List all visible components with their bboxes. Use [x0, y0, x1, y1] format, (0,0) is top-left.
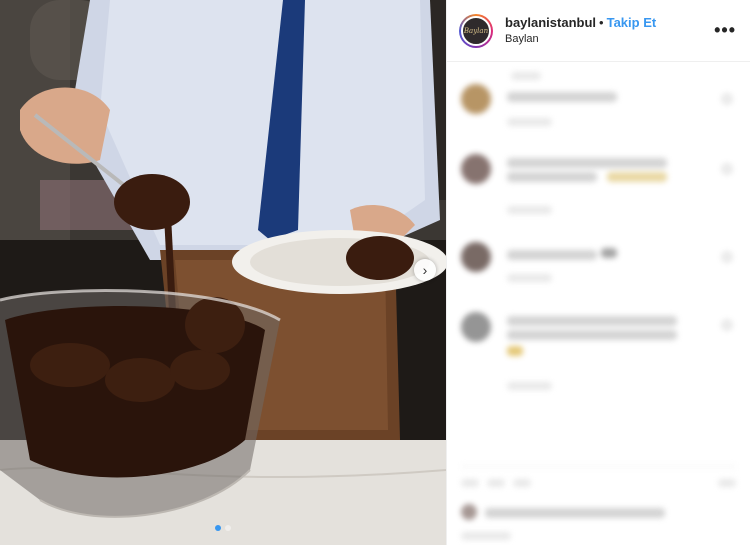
separator-dot: • [599, 14, 604, 30]
comments-section-blurred [447, 62, 750, 545]
carousel-next-button[interactable]: › [414, 259, 436, 281]
chevron-right-icon: › [422, 262, 428, 278]
blurred-date [461, 532, 736, 542]
avatar[interactable]: Baylan [459, 13, 493, 48]
carousel-indicator [0, 525, 446, 531]
more-options-icon[interactable]: ••• [714, 20, 736, 41]
location-link[interactable]: Baylan [505, 31, 714, 47]
username-link[interactable]: baylanistanbul [505, 15, 596, 30]
carousel-dot [215, 525, 221, 531]
blurred-actions [461, 466, 736, 496]
follow-button[interactable]: Takip Et [607, 15, 657, 30]
blurred-likes [461, 504, 736, 524]
blurred-comment [461, 312, 736, 402]
post-side-panel: Baylan baylanistanbul • Takip Et Baylan ••… [446, 0, 750, 545]
blurred-comment [461, 154, 736, 224]
avatar-logo: Baylan [461, 15, 491, 46]
post-header: Baylan baylanistanbul • Takip Et Baylan ••… [447, 0, 750, 62]
carousel-dot [225, 525, 231, 531]
post-photo[interactable]: › [0, 0, 446, 545]
photo-illustration [0, 0, 446, 545]
blurred-row [461, 70, 736, 84]
blurred-comment [461, 242, 736, 302]
blurred-comment [461, 84, 736, 144]
post-header-text: baylanistanbul • Takip Et Baylan [505, 15, 714, 47]
